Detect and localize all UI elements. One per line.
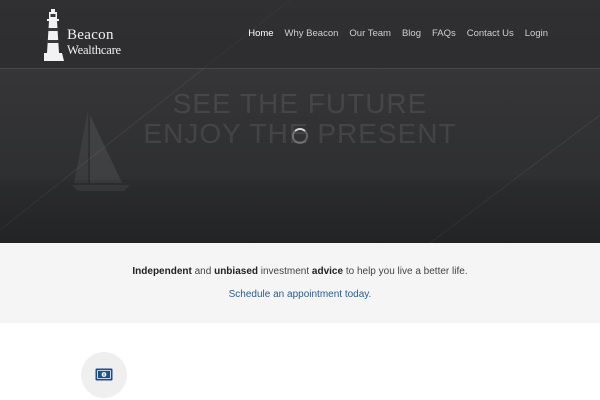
nav-why-beacon[interactable]: Why Beacon xyxy=(285,28,339,39)
nav-login[interactable]: Login xyxy=(525,28,548,39)
tagline-text: Independent and unbiased investment advi… xyxy=(0,266,600,277)
tagline-section: Independent and unbiased investment advi… xyxy=(0,243,600,323)
schedule-appointment-link[interactable]: Schedule an appointment today. xyxy=(0,289,600,300)
tagline-text-part: to help you live a better life. xyxy=(343,266,468,277)
nav-blog[interactable]: Blog xyxy=(402,28,421,39)
tagline-text-part: investment xyxy=(258,266,312,277)
brand-wordmark: Beacon Wealthcare xyxy=(67,28,121,57)
feature-icon-circle xyxy=(81,352,127,398)
nav-faqs[interactable]: FAQs xyxy=(432,28,456,39)
loading-spinner-icon xyxy=(292,128,308,144)
nav-home[interactable]: Home xyxy=(248,28,273,39)
tagline-text-part: and xyxy=(191,266,215,277)
brand-line2: Wealthcare xyxy=(67,43,121,57)
tagline-word-independent: Independent xyxy=(132,266,192,277)
brand-line1: Beacon xyxy=(67,27,114,43)
main-nav: Home Why Beacon Our Team Blog FAQs Conta… xyxy=(248,28,548,39)
sea-horizon xyxy=(0,180,600,243)
brand-logo[interactable]: Beacon Wealthcare xyxy=(44,9,144,61)
hero-section: SEE THE FUTURE ENJOY THE PRESENT Beacon … xyxy=(0,0,600,243)
top-navbar: Beacon Wealthcare Home Why Beacon Our Te… xyxy=(0,0,600,69)
tagline-word-unbiased: unbiased xyxy=(214,266,258,277)
money-icon xyxy=(95,368,113,381)
nav-our-team[interactable]: Our Team xyxy=(349,28,391,39)
lighthouse-icon xyxy=(44,9,64,61)
tagline-word-advice: advice xyxy=(311,266,344,277)
nav-contact-us[interactable]: Contact Us xyxy=(467,28,514,39)
hero-headline-line1: SEE THE FUTURE xyxy=(172,88,428,119)
